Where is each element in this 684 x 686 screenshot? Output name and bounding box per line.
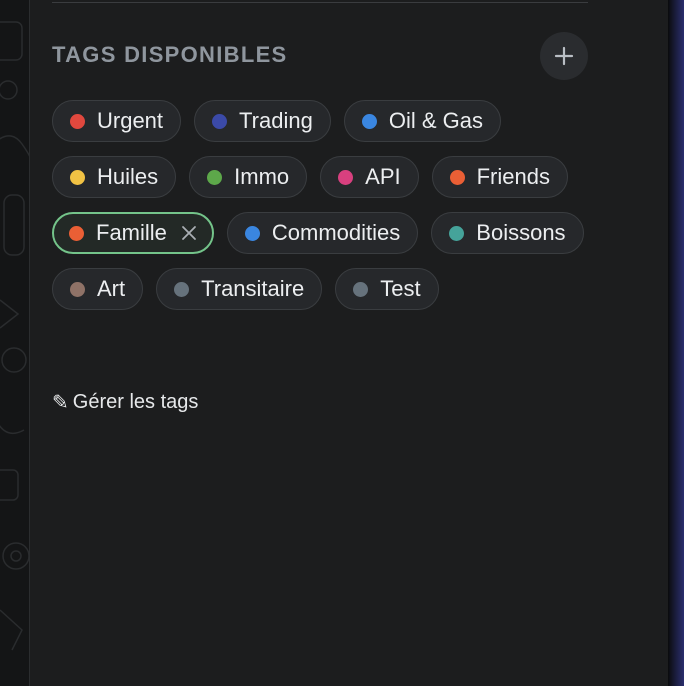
tag-label: API xyxy=(365,164,401,189)
tag-label: Urgent xyxy=(97,108,164,133)
pencil-icon: ✎ xyxy=(52,392,69,414)
tag-chip[interactable]: Huiles xyxy=(52,156,177,198)
tag-color-dot xyxy=(449,169,465,185)
section-divider xyxy=(52,2,588,3)
tag-label: Friends xyxy=(476,164,550,189)
tag-label: Oil & Gas xyxy=(388,108,483,133)
tag-chip[interactable]: Friends xyxy=(431,156,568,198)
remove-tag-close-icon[interactable] xyxy=(181,225,197,241)
tag-chip[interactable]: Trading xyxy=(194,100,331,142)
tag-color-dot xyxy=(212,113,228,129)
tag-label: Immo xyxy=(234,164,290,189)
tag-label: Test xyxy=(380,276,421,301)
tag-color-dot xyxy=(174,281,190,297)
tag-color-dot xyxy=(353,281,369,297)
tag-label: Transitaire xyxy=(201,276,305,301)
tag-color-dot xyxy=(70,113,85,129)
tag-chip[interactable]: Art xyxy=(52,268,144,310)
plus-icon xyxy=(554,46,574,66)
doodle-pattern xyxy=(0,21,29,651)
tag-color-dot xyxy=(69,225,84,241)
tag-chip[interactable]: Immo xyxy=(189,156,308,198)
manage-tags-link[interactable]: ✎ Gérer les tags xyxy=(52,390,198,415)
tag-label: Famille xyxy=(96,220,167,245)
manage-tags-label: Gérer les tags xyxy=(72,391,199,413)
tag-label: Trading xyxy=(239,108,313,133)
tag-chip[interactable]: Commodities xyxy=(226,212,419,254)
add-tag-button[interactable] xyxy=(540,32,588,80)
tag-chip[interactable]: Oil & Gas xyxy=(343,100,501,142)
tag-chip[interactable]: Urgent xyxy=(52,100,182,142)
tag-color-dot xyxy=(207,169,223,185)
tag-color-dot xyxy=(361,113,377,129)
tag-color-dot xyxy=(70,281,85,297)
section-title: TAGS DISPONIBLES xyxy=(52,42,288,67)
tag-label: Huiles xyxy=(97,164,159,189)
tag-chip[interactable]: API xyxy=(320,156,419,198)
tag-color-dot xyxy=(244,225,260,241)
tag-color-dot xyxy=(70,169,85,185)
tag-label: Commodities xyxy=(271,220,401,245)
tag-chip[interactable]: Famille xyxy=(52,212,214,254)
tag-label: Boissons xyxy=(476,220,566,245)
tag-color-dot xyxy=(338,169,354,185)
right-window-edge xyxy=(668,0,684,686)
left-sidebar-edge xyxy=(0,0,30,686)
tag-chip[interactable]: Test xyxy=(335,268,439,310)
tag-label: Art xyxy=(97,276,126,301)
tag-color-dot xyxy=(449,225,465,241)
tag-list: Urgent Trading Oil & Gas Huiles Immo API Frien… xyxy=(52,100,612,310)
tag-chip[interactable]: Transitaire xyxy=(156,268,323,310)
tag-chip[interactable]: Boissons xyxy=(431,212,584,254)
